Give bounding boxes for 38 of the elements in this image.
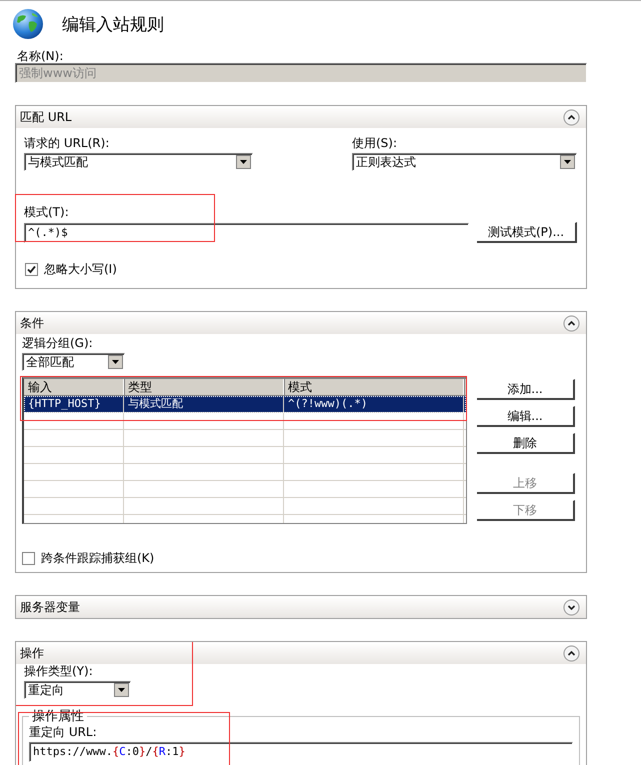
condition-button[interactable]: 删除 [477,433,575,454]
section-title: 操作 [20,644,44,662]
table-cell: {HTTP_HOST} [24,396,124,412]
checkbox-label: 跨条件跟踪捕获组(K) [41,550,154,567]
column-header[interactable]: 模式 [284,379,464,395]
field-label: 使用(S): [352,136,398,150]
dropdown[interactable]: 与模式匹配 [24,153,253,171]
field-label: 操作类型(Y): [24,664,94,678]
table-cell: 与模式匹配 [124,396,284,412]
section-title: 匹配 URL [20,108,72,126]
checkbox-label: 忽略大小写(I) [44,261,117,278]
section-title: 服务器变量 [20,598,80,616]
field-label: 逻辑分组(G): [22,336,94,350]
table-cell: ^(?!www)(.*) [284,396,464,412]
field-label: 请求的 URL(R): [24,136,110,150]
table-row[interactable]: {HTTP_HOST} 与模式匹配 ^(?!www)(.*) [24,396,466,413]
column-header[interactable]: 输入 [24,379,124,395]
condition-button[interactable]: 添加... [477,379,575,400]
dropdown[interactable]: 全部匹配 [22,353,125,371]
dropdown[interactable]: 重定向 [24,681,131,699]
checkbox[interactable] [25,263,38,276]
field-label: 重定向 URL: [29,725,98,739]
globe-icon [12,8,44,40]
redirect-url-field[interactable]: https://www.{C:0}/{R:1} [29,742,573,762]
page-title: 编辑入站规则 [62,14,164,36]
checkbox[interactable] [22,552,35,565]
dropdown[interactable]: 正则表达式 [352,153,577,171]
column-header[interactable]: 类型 [124,379,284,395]
pattern-field[interactable]: ^(.*)$ [24,222,469,242]
expand-icon[interactable] [563,598,580,616]
field-label: 名称(N): [17,49,64,63]
collapse-icon[interactable] [563,314,580,332]
condition-button[interactable]: 编辑... [477,406,575,427]
section-title: 条件 [20,314,44,332]
test-pattern-button[interactable]: 测试模式(P)... [477,222,577,243]
field-label: 模式(T): [24,205,70,219]
collapse-icon[interactable] [563,108,580,126]
collapse-icon[interactable] [563,644,580,662]
